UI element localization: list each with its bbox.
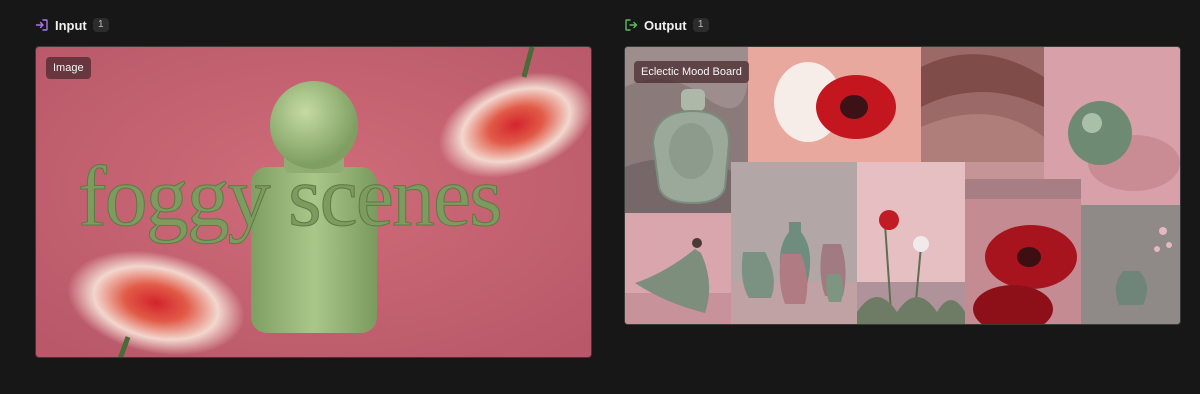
input-count-badge: 1 [92,18,109,32]
tile-dancing-woman [625,213,731,324]
tile-mauve-strip [965,179,1081,199]
tile-red-poppy [965,199,1081,324]
tile-poppy-field [857,162,965,324]
tile-ceramic-vases [731,162,857,324]
output-mood-board[interactable]: Eclectic Mood Board [624,46,1181,325]
tile-flower-blur [748,47,921,162]
image-badge: Image [46,57,91,79]
input-panel-title: Input [55,17,87,33]
input-panel-header: Input 1 [35,15,109,35]
mood-board-badge: Eclectic Mood Board [634,61,749,83]
tile-vase-with-flowers [1081,205,1180,324]
input-image[interactable]: Image foggy scenes [35,46,592,358]
foggy-scenes-artwork: foggy scenes [36,47,591,357]
tile-draped-fabric [921,47,1044,162]
headline-text: foggy scenes [78,148,501,244]
output-panel-title: Output [644,17,687,33]
output-count-badge: 1 [692,18,709,32]
arrow-out-of-box-icon [624,18,638,32]
arrow-into-box-icon [35,18,49,32]
output-panel-header: Output 1 [624,15,709,35]
